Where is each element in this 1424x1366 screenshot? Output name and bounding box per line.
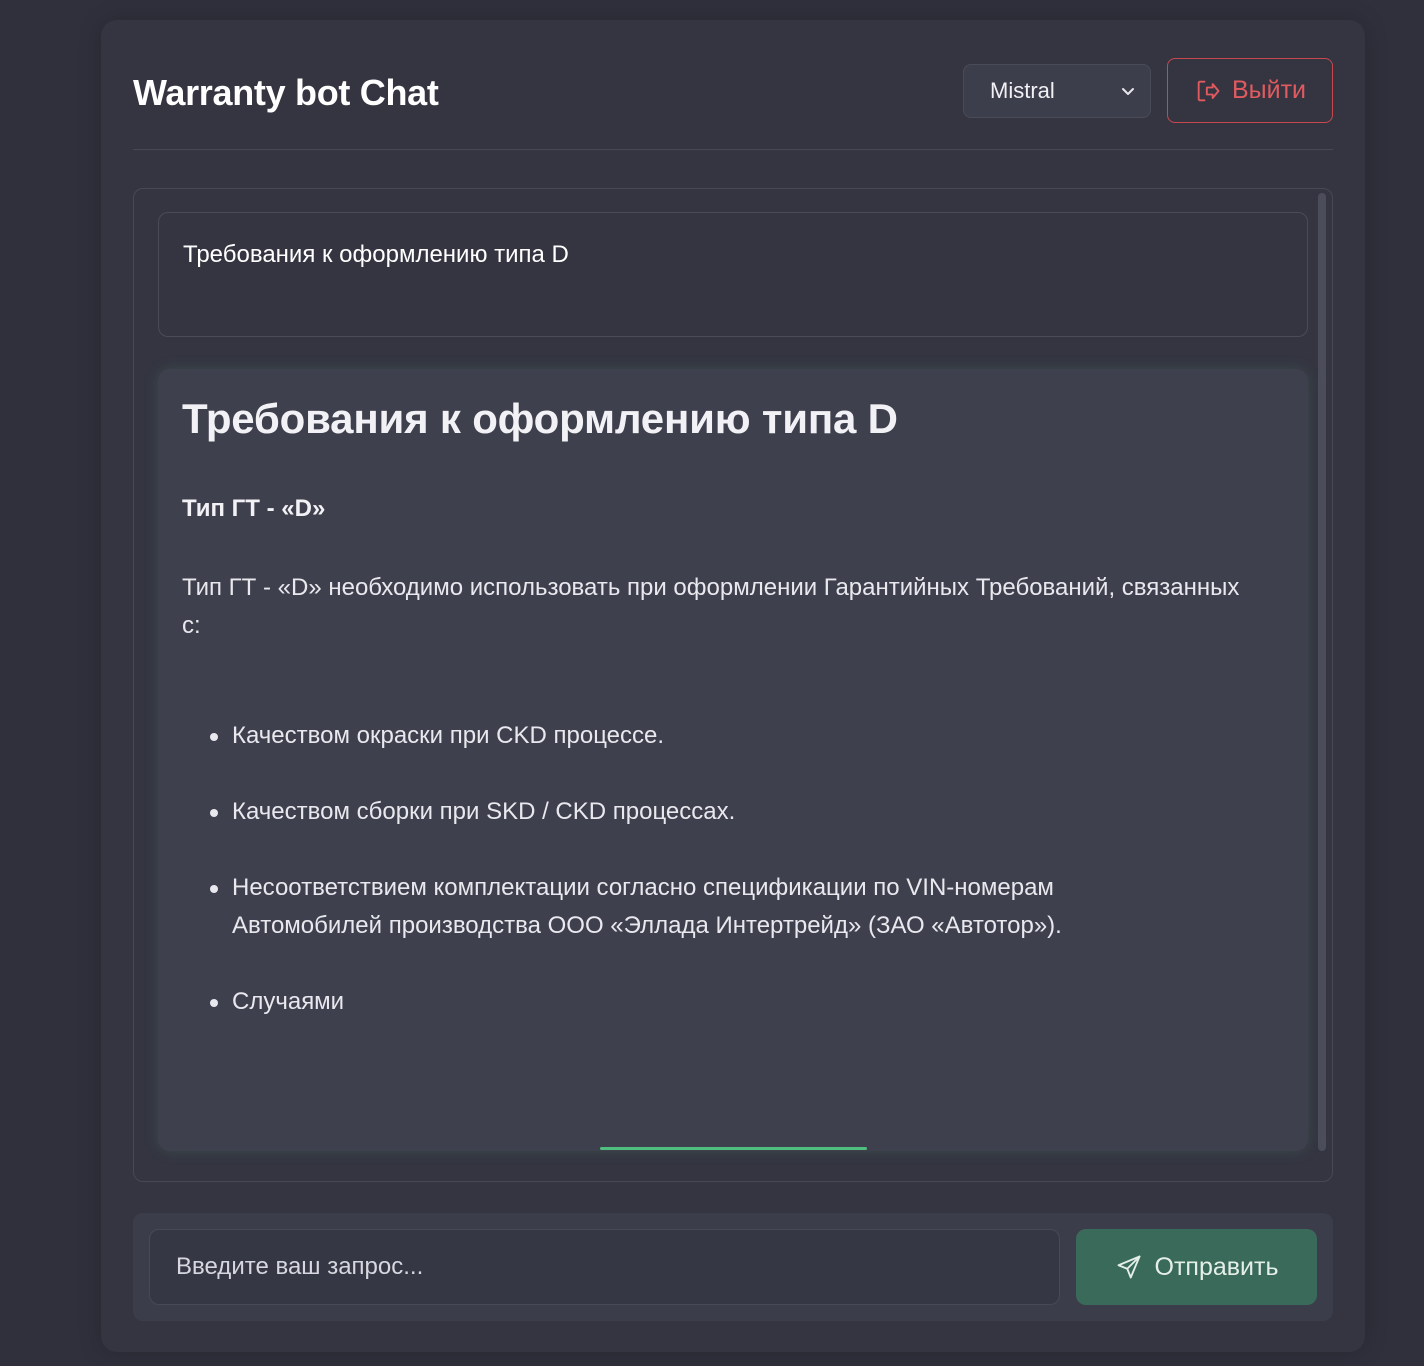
model-select-value: Mistral <box>990 78 1055 103</box>
logout-button[interactable]: Выйти <box>1167 58 1333 123</box>
send-icon <box>1117 1255 1140 1279</box>
chevron-down-icon <box>1122 88 1134 95</box>
list-item: Несоответствием комплектации согласно сп… <box>208 869 1188 945</box>
bullet-icon <box>210 999 218 1007</box>
list-item-text: Качеством сборки при SKD / CKD процессах… <box>232 798 736 825</box>
user-message-text: Требования к оформлению типа D <box>183 241 569 268</box>
list-item-text: Качеством окраски при CKD процессе. <box>232 722 665 749</box>
streaming-indicator <box>600 1147 867 1150</box>
list-item-text: Несоответствием комплектации согласно сп… <box>232 874 1062 939</box>
bullet-icon <box>210 809 218 817</box>
user-message: Требования к оформлению типа D <box>158 212 1308 337</box>
bullet-icon <box>210 885 218 893</box>
bot-message-list: Качеством окраски при CKD процессе. Каче… <box>182 717 1284 1021</box>
send-label: Отправить <box>1154 1252 1279 1281</box>
logout-label: Выйти <box>1231 76 1307 104</box>
bot-message-subheading: Тип ГТ - «D» <box>182 495 326 522</box>
list-item: Качеством сборки при SKD / CKD процессах… <box>208 793 1188 831</box>
bullet-icon <box>210 733 218 741</box>
query-input[interactable] <box>149 1229 1060 1305</box>
chat-scrollbar[interactable] <box>1318 193 1326 1151</box>
list-item: Качеством окраски при CKD процессе. <box>208 717 1188 755</box>
send-button[interactable]: Отправить <box>1076 1229 1317 1305</box>
bot-message-heading: Требования к оформлению типа D <box>182 395 898 442</box>
chat-app: Warranty bot Chat Mistral Выйти Требован… <box>101 20 1365 1352</box>
header: Warranty bot Chat Mistral Выйти <box>133 20 1333 150</box>
model-select[interactable]: Mistral <box>963 64 1151 118</box>
bot-message: Требования к оформлению типа D Тип ГТ - … <box>158 369 1308 1151</box>
logout-icon <box>1197 80 1220 101</box>
composer: Отправить <box>133 1213 1333 1321</box>
list-item: Случаями <box>208 983 1188 1021</box>
chat-messages[interactable]: Требования к оформлению типа D Требовани… <box>133 188 1333 1182</box>
list-item-text: Случаями <box>232 988 345 1015</box>
bot-message-paragraph: Тип ГТ - «D» необходимо использовать при… <box>182 574 1240 639</box>
page-title: Warranty bot Chat <box>133 72 439 113</box>
